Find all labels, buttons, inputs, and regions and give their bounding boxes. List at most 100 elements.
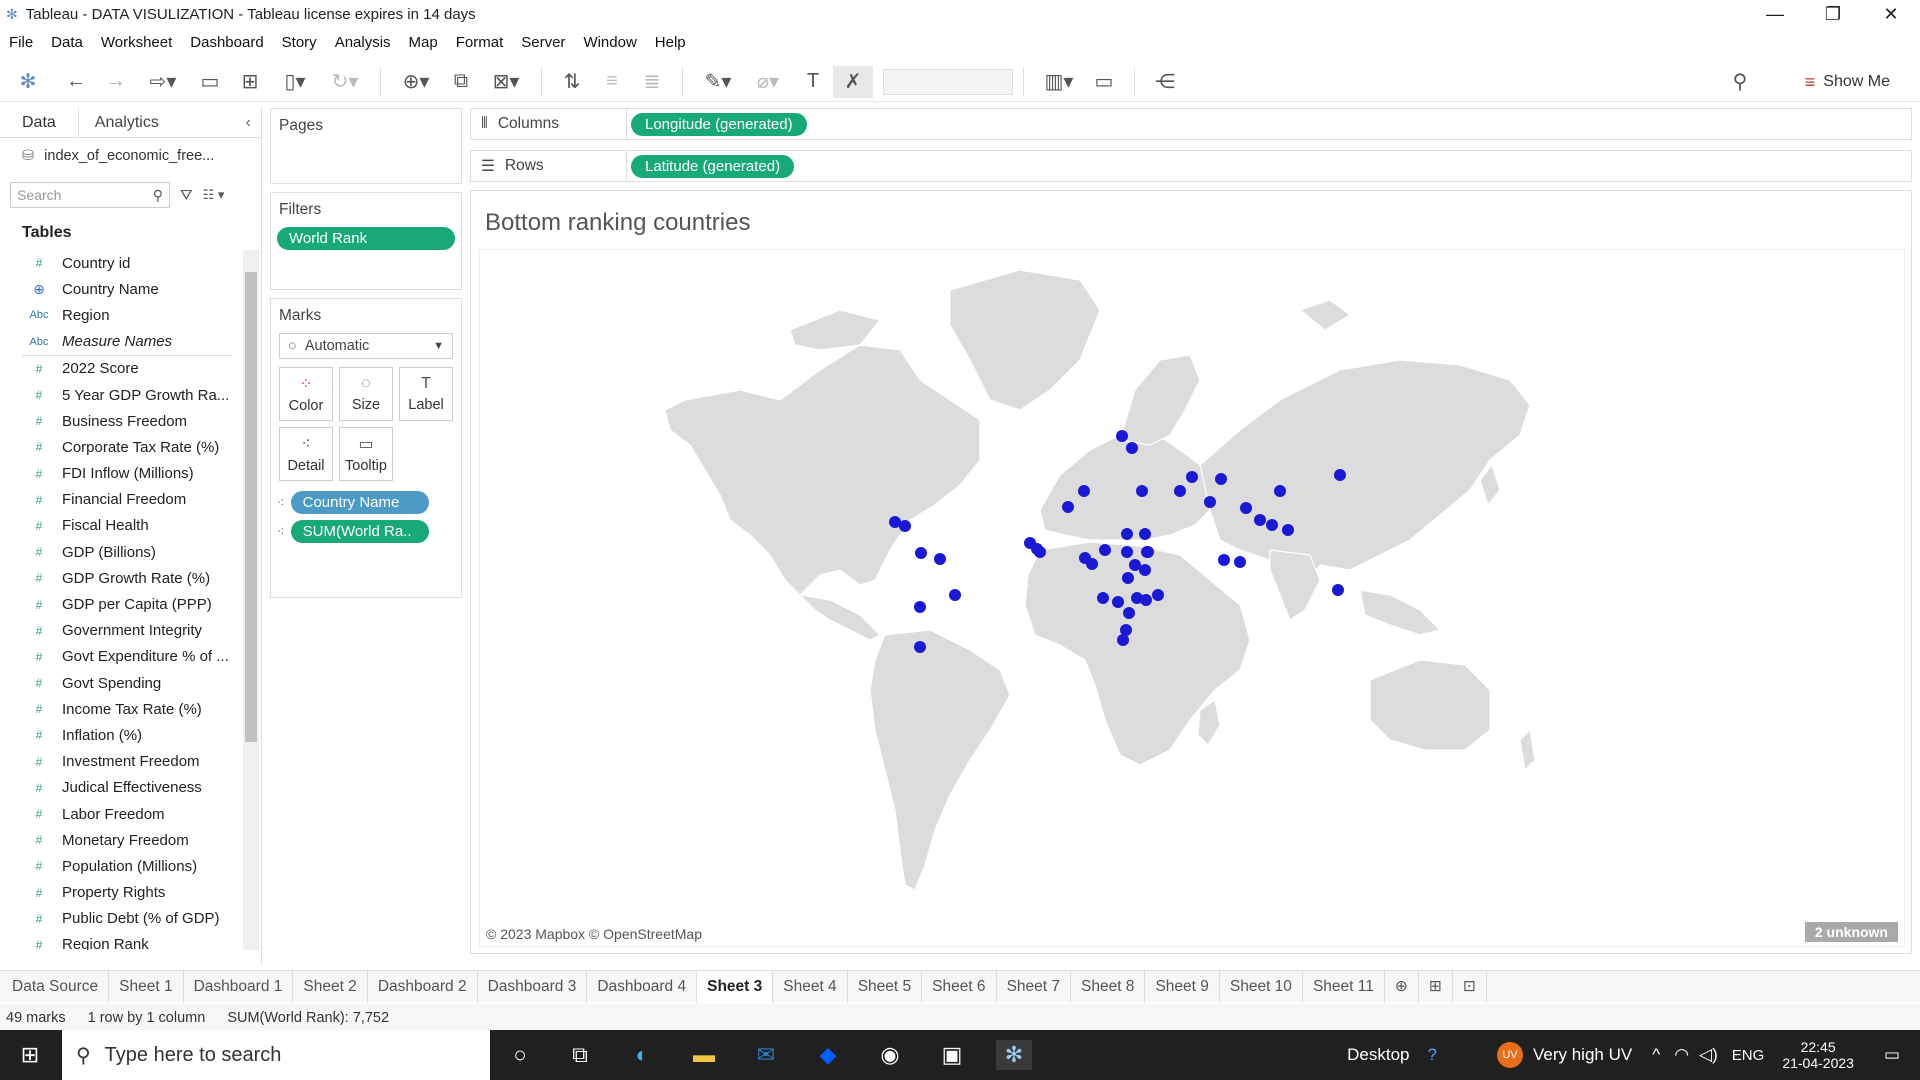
detail-button[interactable]: ⁖ Detail [279,427,333,481]
country-mark[interactable] [1062,501,1074,513]
field-item[interactable]: # Inflation (%) [0,722,261,748]
country-mark[interactable] [1121,528,1133,540]
menu-server[interactable]: Server [512,34,574,51]
menu-analysis[interactable]: Analysis [326,34,400,51]
swap-rows-columns-icon[interactable]: ⇅ [552,66,592,98]
presentation-mode-icon[interactable]: ▭ [1084,66,1124,98]
country-mark[interactable] [1215,473,1227,485]
menu-data[interactable]: Data [42,34,92,51]
camera-icon[interactable]: ▣ [934,1040,970,1070]
help-icon[interactable]: ? [1428,1045,1437,1065]
world-rank-pill[interactable]: SUM(World Ra.. [290,520,429,543]
save-icon[interactable]: ▭ [190,66,230,98]
country-mark[interactable] [1139,564,1151,576]
tableau-home-icon[interactable]: ✻ [0,66,56,98]
uv-label[interactable]: Very high UV [1533,1045,1632,1065]
new-worksheet-icon[interactable]: ⊕▾ [391,66,441,98]
country-mark[interactable] [1034,546,1046,558]
map-attribution[interactable]: © 2023 Mapbox © OpenStreetMap [486,926,702,942]
mark-type-dropdown[interactable]: ○ Automatic ▼ [279,333,453,359]
country-mark[interactable] [1254,514,1266,526]
field-item[interactable]: # FDI Inflow (Millions) [0,461,261,487]
country-mark[interactable] [1078,485,1090,497]
sheet-tab[interactable]: Sheet 11 [1303,970,1385,1003]
minimize-icon[interactable]: — [1746,0,1804,28]
collapse-pane-icon[interactable]: ‹ [236,108,261,137]
field-item[interactable]: #2022 Score [0,356,261,382]
mail-icon[interactable]: ✉ [748,1040,784,1070]
field-item[interactable]: #5 Year GDP Growth Ra... [0,382,261,408]
country-mark[interactable] [1121,546,1133,558]
field-item[interactable]: # Financial Freedom [0,487,261,513]
sheet-tab[interactable]: Sheet 9 [1145,970,1220,1003]
menu-window[interactable]: Window [574,34,645,51]
clock[interactable]: 22:45 21-04-2023 [1782,1039,1854,1071]
country-mark[interactable] [1117,634,1129,646]
field-item[interactable]: # Govt Expenditure % of ... [0,644,261,670]
file-explorer-icon[interactable]: ▬ [686,1040,722,1070]
chevron-up-icon[interactable]: ^ [1652,1045,1660,1065]
undo-icon[interactable]: ← [56,66,96,98]
field-item[interactable]: # Investment Freedom [0,749,261,775]
close-icon[interactable]: ✕ [1862,0,1920,28]
country-mark[interactable] [1099,544,1111,556]
menu-worksheet[interactable]: Worksheet [92,34,181,51]
field-item[interactable]: # Govt Spending [0,670,261,696]
dropbox-icon[interactable]: ◆ [810,1040,846,1070]
refresh-icon[interactable]: ↻▾ [320,66,370,98]
show-me-button[interactable]: ≡ Show Me [1805,62,1890,102]
field-item[interactable]: # Income Tax Rate (%) [0,696,261,722]
country-mark[interactable] [1174,485,1186,497]
country-mark[interactable] [1186,471,1198,483]
new-dashboard-icon[interactable]: ⊞ [1419,970,1453,1003]
tooltip-button[interactable]: ▭ Tooltip [339,427,393,481]
longitude-pill[interactable]: Longitude (generated) [631,112,807,136]
dashboard-tab[interactable]: Dashboard 3 [478,970,588,1003]
columns-shelf[interactable]: ⦀ Columns Longitude (generated) [470,108,1912,140]
country-mark[interactable] [1204,496,1216,508]
tableau-taskbar-icon[interactable]: ✻ [996,1040,1032,1070]
fit-dropdown[interactable] [883,68,1013,95]
sheet-tab[interactable]: Sheet 2 [293,970,368,1003]
paint-roller-icon[interactable]: ⚲ [1720,66,1760,98]
country-mark[interactable] [914,641,926,653]
country-mark[interactable] [1142,546,1154,558]
menu-help[interactable]: Help [646,34,695,51]
field-item[interactable]: # Region Rank [0,932,261,950]
country-mark[interactable] [1240,502,1252,514]
country-mark[interactable] [1097,592,1109,604]
share-icon[interactable]: ⋲ [1145,66,1185,98]
field-item[interactable]: # Labor Freedom [0,801,261,827]
highlight-icon[interactable]: ✎▾ [693,66,743,98]
country-mark[interactable] [1122,572,1134,584]
field-item[interactable]: # Public Debt (% of GDP) [0,906,261,932]
field-item[interactable]: # Fiscal Health [0,513,261,539]
field-item[interactable]: # Government Integrity [0,618,261,644]
sheet-tab[interactable]: Sheet 10 [1220,970,1303,1003]
country-mark[interactable] [1332,584,1344,596]
country-mark[interactable] [1139,528,1151,540]
filter-icon[interactable]: ⛛ [180,187,193,204]
field-item[interactable]: # Judical Effectiveness [0,775,261,801]
windows-start-icon[interactable]: ⊞ [12,1040,48,1070]
language-label[interactable]: ENG [1732,1047,1765,1064]
network-icon[interactable]: ◠ [1674,1045,1689,1065]
volume-icon[interactable]: ◁) [1699,1045,1718,1065]
sheet-tab[interactable]: Sheet 8 [1071,970,1146,1003]
country-mark[interactable] [949,589,961,601]
menu-map[interactable]: Map [400,34,447,51]
task-view-icon[interactable]: ⧉ [562,1040,598,1070]
sheet-tab[interactable]: Sheet 6 [922,970,997,1003]
sheet-tab[interactable]: Sheet 5 [848,970,923,1003]
country-mark[interactable] [1112,596,1124,608]
color-button[interactable]: ⁘ Color [279,367,333,421]
filter-pill-world-rank[interactable]: World Rank [277,227,455,250]
field-item[interactable]: Abc Measure Names [0,329,261,355]
unknown-indicator[interactable]: 2 unknown [1804,922,1898,942]
dashboard-tab[interactable]: Dashboard 2 [368,970,478,1003]
pages-card[interactable]: Pages [270,108,462,184]
fix-axes-icon[interactable]: ✗ [833,65,873,98]
duplicate-sheet-icon[interactable]: ⧉ [441,66,481,98]
country-mark[interactable] [934,553,946,565]
sort-descending-icon[interactable]: ≣ [632,66,672,98]
